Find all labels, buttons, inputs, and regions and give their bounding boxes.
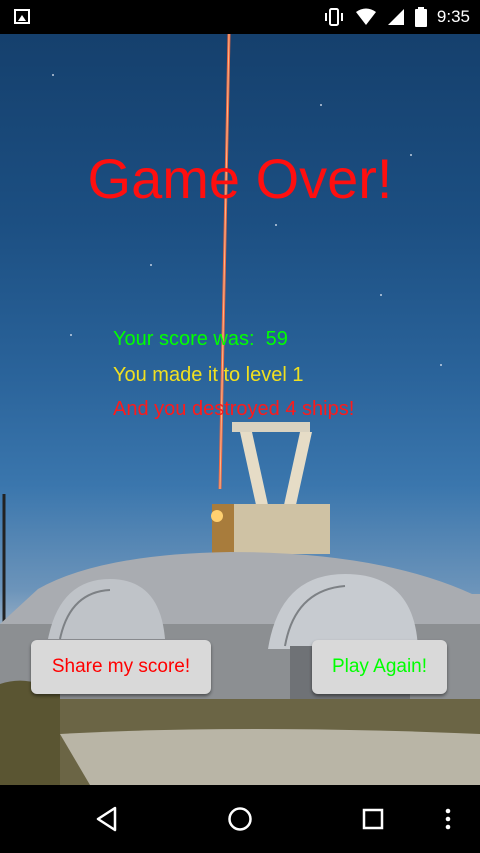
status-icons: 9:35 (323, 0, 470, 34)
back-icon (96, 806, 117, 832)
home-button[interactable] (205, 785, 275, 853)
recents-button[interactable] (338, 785, 408, 853)
navigation-bar (0, 785, 480, 853)
back-button[interactable] (72, 785, 142, 853)
level-text: You made it to level 1 (113, 364, 304, 386)
share-score-button[interactable]: Share my score! (31, 640, 211, 694)
status-time: 9:35 (436, 7, 470, 26)
game-over-title: Game Over! (87, 147, 393, 210)
gallery-icon (14, 9, 30, 24)
home-icon (228, 807, 252, 831)
signal-icon (387, 9, 404, 25)
recents-icon (362, 808, 384, 830)
score-text: Your score was: 59 (113, 328, 288, 350)
more-options-icon (445, 808, 451, 830)
ships-destroyed-text: And you destroyed 4 ships! (113, 398, 355, 420)
more-options-button[interactable] (418, 785, 478, 853)
vibrate-icon (324, 8, 343, 26)
wifi-icon (355, 8, 376, 25)
status-bar: 9:35 (0, 0, 480, 34)
play-again-button[interactable]: Play Again! (312, 640, 447, 694)
battery-icon (414, 7, 427, 27)
